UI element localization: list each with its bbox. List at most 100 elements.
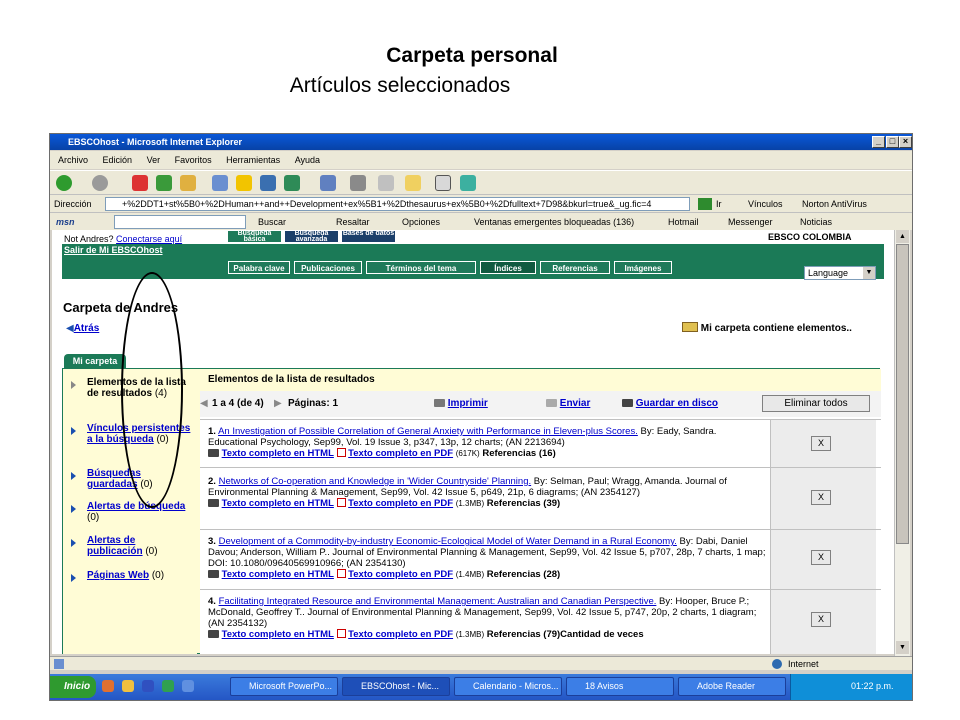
- page-icon: [54, 659, 64, 669]
- next-arrow-icon[interactable]: ▶: [274, 391, 282, 417]
- quicklaunch-icon[interactable]: [182, 680, 194, 692]
- tab-bases-de-datos[interactable]: Bases de datos: [341, 230, 396, 243]
- subtab-indices[interactable]: Índices: [480, 261, 536, 274]
- task-avisos[interactable]: 18 Avisos: [566, 677, 674, 696]
- msn-highlight-button[interactable]: Resaltar: [336, 213, 370, 231]
- maximize-button[interactable]: □: [886, 136, 899, 148]
- save-link[interactable]: Guardar en disco: [622, 391, 718, 417]
- minimize-button[interactable]: _: [872, 136, 885, 148]
- subtab-imagenes[interactable]: Imágenes: [614, 261, 672, 274]
- left-item-paginas-web[interactable]: Páginas Web (0): [71, 570, 191, 582]
- msn-search-button[interactable]: Buscar: [258, 213, 286, 231]
- msn-news-button[interactable]: Noticias: [800, 213, 832, 231]
- language-select[interactable]: Language ▼: [804, 266, 876, 280]
- menu-herramientas[interactable]: Herramientas: [226, 155, 280, 165]
- favorites-icon[interactable]: [236, 175, 252, 191]
- prev-arrow-icon[interactable]: ◀: [200, 391, 208, 417]
- remove-item-button[interactable]: X: [811, 490, 831, 505]
- left-item-alertas-publicacion[interactable]: Alertas de publicación (0): [71, 535, 191, 557]
- home-icon[interactable]: [180, 175, 196, 191]
- stop-icon[interactable]: [132, 175, 148, 191]
- media-icon[interactable]: [260, 175, 276, 191]
- task-ebscohost[interactable]: EBSCOhost - Mic...: [342, 677, 450, 696]
- go-label[interactable]: Ir: [716, 195, 722, 213]
- messenger-icon[interactable]: [435, 175, 451, 191]
- task-calendario[interactable]: Calendario - Micros...: [454, 677, 562, 696]
- tab-busqueda-avanzada[interactable]: Búsqueda avanzada: [284, 230, 339, 243]
- send-link[interactable]: Enviar: [546, 391, 590, 417]
- menu-ver[interactable]: Ver: [147, 155, 161, 165]
- msn-messenger-button[interactable]: Messenger: [728, 213, 773, 231]
- start-button[interactable]: Inicio: [50, 676, 96, 698]
- scroll-up-icon[interactable]: ▲: [896, 230, 909, 243]
- close-button[interactable]: ×: [899, 136, 912, 148]
- logout-link[interactable]: Salir de Mi EBSCOhost: [64, 245, 163, 255]
- result-title-link[interactable]: Facilitating Integrated Resource and Env…: [219, 596, 657, 607]
- forward-icon[interactable]: [92, 175, 108, 191]
- login-link[interactable]: Conectarse aquí: [116, 234, 182, 244]
- result-title-link[interactable]: An Investigation of Possible Correlation…: [218, 426, 638, 437]
- html-link[interactable]: Texto completo en HTML: [222, 569, 334, 580]
- zone-label: Internet: [788, 659, 819, 669]
- pdf-link[interactable]: Texto completo en PDF: [348, 448, 453, 459]
- remove-item-button[interactable]: X: [811, 550, 831, 565]
- back-icon[interactable]: [56, 175, 72, 191]
- mail-icon[interactable]: [320, 175, 336, 191]
- html-icon: [208, 499, 219, 507]
- subtab-referencias[interactable]: Referencias: [540, 261, 610, 274]
- html-link[interactable]: Texto completo en HTML: [222, 448, 334, 459]
- pdf-link[interactable]: Texto completo en PDF: [348, 629, 453, 640]
- menu-favoritos[interactable]: Favoritos: [175, 155, 212, 165]
- msn-options-button[interactable]: Opciones: [402, 213, 440, 231]
- task-adobe-reader[interactable]: Adobe Reader: [678, 677, 786, 696]
- remove-item-button[interactable]: X: [811, 612, 831, 627]
- menu-ayuda[interactable]: Ayuda: [295, 155, 320, 165]
- print-icon[interactable]: [350, 175, 366, 191]
- task-powerpoint[interactable]: Microsoft PowerPo...: [230, 677, 338, 696]
- result-text: 4. Facilitating Integrated Resource and …: [208, 596, 757, 640]
- history-icon[interactable]: [284, 175, 300, 191]
- arrow-icon: [71, 427, 76, 435]
- left-item-alertas-busqueda[interactable]: Alertas de búsqueda (0): [71, 501, 191, 523]
- address-input[interactable]: +%2DDT1+st%5B0+%2DHuman++and++Developmen…: [105, 197, 690, 211]
- msn-search-input[interactable]: [114, 215, 246, 229]
- subtab-terminos[interactable]: Términos del tema: [366, 261, 476, 274]
- remove-all-button[interactable]: Eliminar todos: [762, 395, 870, 412]
- go-icon[interactable]: [698, 198, 712, 210]
- norton-label[interactable]: Norton AntiVirus: [802, 195, 867, 213]
- menu-edicion[interactable]: Edición: [103, 155, 133, 165]
- edit-icon[interactable]: [378, 175, 394, 191]
- status-bar: Internet: [50, 656, 912, 670]
- menu-archivo[interactable]: Archivo: [58, 155, 88, 165]
- folder-icon[interactable]: [405, 175, 421, 191]
- msn-hotmail-button[interactable]: Hotmail: [668, 213, 699, 231]
- remove-col: X: [770, 590, 876, 654]
- scroll-thumb[interactable]: [896, 244, 909, 544]
- result-title-link[interactable]: Networks of Co-operation and Knowledge i…: [219, 476, 532, 487]
- msn-popups-button[interactable]: Ventanas emergentes bloqueadas (136): [474, 213, 634, 231]
- tab-mi-carpeta[interactable]: Mi carpeta: [64, 354, 126, 368]
- html-link[interactable]: Texto completo en HTML: [222, 498, 334, 509]
- pdf-link[interactable]: Texto completo en PDF: [348, 569, 453, 580]
- back-link[interactable]: ◀Atrás: [66, 323, 99, 334]
- html-link[interactable]: Texto completo en HTML: [222, 629, 334, 640]
- clock: 01:22 p.m.: [851, 681, 894, 691]
- result-title-link[interactable]: Development of a Commodity-by-industry E…: [219, 536, 677, 547]
- subtab-publicaciones[interactable]: Publicaciones: [294, 261, 362, 274]
- pdf-link[interactable]: Texto completo en PDF: [348, 498, 453, 509]
- quicklaunch-icon[interactable]: [102, 680, 114, 692]
- refresh-icon[interactable]: [156, 175, 172, 191]
- remove-item-button[interactable]: X: [811, 436, 831, 451]
- back-arrow-icon: ◀: [66, 323, 74, 334]
- search-icon[interactable]: [212, 175, 228, 191]
- scroll-down-icon[interactable]: ▼: [896, 641, 909, 654]
- tab-busqueda-basica[interactable]: Búsqueda básica: [227, 230, 282, 243]
- quicklaunch-icon[interactable]: [162, 680, 174, 692]
- vertical-scrollbar[interactable]: ▲ ▼: [894, 230, 910, 656]
- quicklaunch-icon[interactable]: [142, 680, 154, 692]
- quicklaunch-icon[interactable]: [122, 680, 134, 692]
- print-link[interactable]: Imprimir: [434, 391, 488, 417]
- links-label[interactable]: Vínculos: [748, 195, 783, 213]
- research-icon[interactable]: [460, 175, 476, 191]
- subtab-palabra-clave[interactable]: Palabra clave: [228, 261, 290, 274]
